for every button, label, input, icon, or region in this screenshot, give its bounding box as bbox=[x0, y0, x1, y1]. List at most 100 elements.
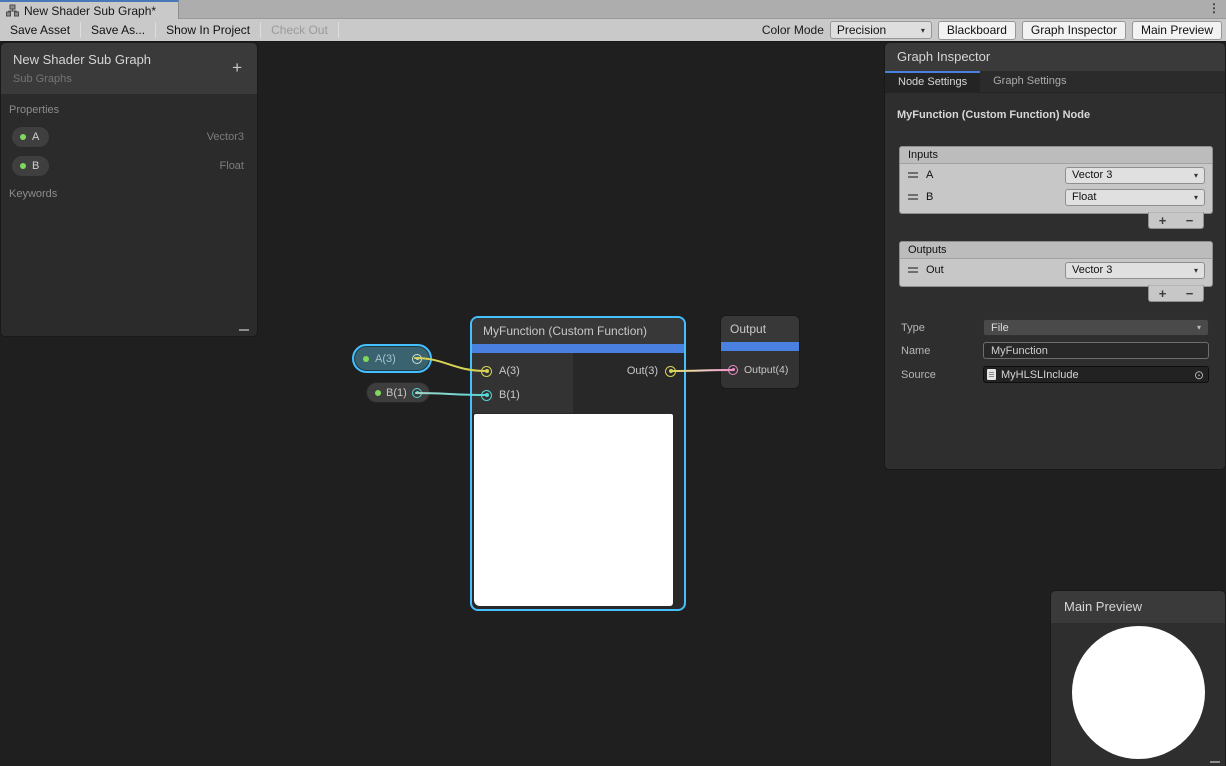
graph-inspector-panel: Graph Inspector Node Settings Graph Sett… bbox=[884, 42, 1226, 470]
color-mode-label: Color Mode bbox=[762, 23, 824, 37]
check-out-button: Check Out bbox=[261, 19, 338, 41]
file-icon bbox=[987, 369, 996, 380]
source-object-field[interactable]: MyHLSLInclude ⊙ bbox=[983, 366, 1209, 383]
input-type-value: Vector 3 bbox=[1072, 169, 1112, 181]
type-row: Type File ▾ bbox=[901, 319, 1209, 336]
graph-toolbar: Save Asset Save As... Show In Project Ch… bbox=[0, 19, 1226, 42]
window-menu-icon[interactable]: ⋮ bbox=[1208, 1, 1220, 15]
outputs-list: Outputs Out Vector 3 ▾ bbox=[899, 241, 1213, 287]
blackboard-subtitle: Sub Graphs bbox=[13, 73, 245, 85]
properties-section-label: Properties bbox=[1, 104, 257, 116]
input-name: B bbox=[926, 191, 1057, 203]
tab-graph-settings[interactable]: Graph Settings bbox=[980, 71, 1079, 92]
property-name: B bbox=[32, 160, 39, 172]
save-as-button[interactable]: Save As... bbox=[81, 19, 155, 41]
property-pill[interactable]: B bbox=[11, 155, 50, 177]
input-type-value: Float bbox=[1072, 191, 1096, 203]
toolbar-separator bbox=[338, 22, 339, 38]
tab-new-shader-sub-graph[interactable]: New Shader Sub Graph* bbox=[0, 0, 179, 19]
main-preview-body bbox=[1051, 623, 1225, 766]
panel-resize-handle[interactable] bbox=[239, 329, 249, 331]
drag-handle-icon[interactable] bbox=[908, 194, 918, 200]
type-label: Type bbox=[901, 322, 983, 334]
input-port-row-b: B(1) bbox=[472, 383, 684, 407]
property-row-a[interactable]: A Vector3 bbox=[1, 122, 257, 151]
output-type-value: Vector 3 bbox=[1072, 264, 1112, 276]
output-name: Out bbox=[926, 264, 1057, 276]
object-picker-icon[interactable]: ⊙ bbox=[1190, 368, 1208, 382]
node-port-area: A(3) B(1) Out(3) bbox=[472, 353, 684, 413]
type-value: File bbox=[991, 322, 1009, 334]
inputs-list-footer: + − bbox=[1148, 212, 1204, 229]
edge-out-to-output[interactable] bbox=[671, 370, 733, 371]
outputs-row-out[interactable]: Out Vector 3 ▾ bbox=[900, 259, 1212, 281]
main-preview-toggle-button[interactable]: Main Preview bbox=[1132, 21, 1222, 40]
tab-node-settings[interactable]: Node Settings bbox=[885, 71, 980, 92]
subgraph-asset-icon bbox=[6, 4, 19, 17]
property-node-label: B(1) bbox=[386, 387, 407, 399]
selected-node-header: MyFunction (Custom Function) Node bbox=[897, 109, 1090, 121]
preview-sphere bbox=[1072, 626, 1205, 759]
add-input-button[interactable]: + bbox=[1149, 213, 1176, 228]
property-dot-icon bbox=[375, 390, 381, 396]
graph-canvas[interactable]: A(3) B(1) MyFunction (Custom Function) A… bbox=[0, 42, 1226, 766]
property-pill[interactable]: A bbox=[11, 126, 50, 148]
shader-graph-window: New Shader Sub Graph* ⋮ Save Asset Save … bbox=[0, 0, 1226, 766]
drag-handle-icon[interactable] bbox=[908, 172, 918, 178]
node-title: Output bbox=[721, 316, 799, 342]
outputs-list-footer: + − bbox=[1148, 285, 1204, 302]
save-asset-button[interactable]: Save Asset bbox=[0, 19, 80, 41]
property-name: A bbox=[32, 131, 39, 143]
inputs-row-b[interactable]: B Float ▾ bbox=[900, 186, 1212, 208]
blackboard-panel: New Shader Sub Graph Sub Graphs + Proper… bbox=[0, 42, 258, 337]
outputs-list-header: Outputs bbox=[900, 242, 1212, 259]
property-dot-icon bbox=[363, 356, 369, 362]
node-preview[interactable] bbox=[474, 414, 673, 606]
type-dropdown[interactable]: File ▾ bbox=[983, 319, 1209, 336]
input-name: A bbox=[926, 169, 1057, 181]
input-type-dropdown[interactable]: Vector 3 ▾ bbox=[1065, 167, 1205, 184]
inspector-header[interactable]: Graph Inspector bbox=[885, 43, 1225, 71]
port-label: Output(4) bbox=[744, 364, 788, 376]
panel-resize-handle[interactable] bbox=[1210, 761, 1220, 763]
custom-function-node[interactable]: MyFunction (Custom Function) A(3) B(1) O… bbox=[470, 316, 686, 611]
property-type: Float bbox=[220, 160, 244, 172]
inputs-row-a[interactable]: A Vector 3 ▾ bbox=[900, 164, 1212, 186]
show-in-project-button[interactable]: Show In Project bbox=[156, 19, 260, 41]
port-label: Out(3) bbox=[627, 365, 658, 377]
node-accent-strip bbox=[472, 344, 684, 353]
add-output-button[interactable]: + bbox=[1149, 286, 1176, 301]
drag-handle-icon[interactable] bbox=[908, 267, 918, 273]
keywords-section-label: Keywords bbox=[1, 188, 257, 200]
output-type-dropdown[interactable]: Vector 3 ▾ bbox=[1065, 262, 1205, 279]
property-dot-icon bbox=[20, 134, 26, 140]
source-value: MyHLSLInclude bbox=[1001, 369, 1079, 381]
property-row-b[interactable]: B Float bbox=[1, 151, 257, 180]
tab-title: New Shader Sub Graph* bbox=[24, 4, 156, 18]
graph-inspector-toggle-button[interactable]: Graph Inspector bbox=[1022, 21, 1126, 40]
main-preview-panel: Main Preview bbox=[1050, 590, 1226, 766]
output-node[interactable]: Output Output(4) bbox=[720, 315, 800, 389]
remove-input-button[interactable]: − bbox=[1176, 213, 1203, 228]
name-field[interactable]: MyFunction bbox=[983, 342, 1209, 359]
add-property-button[interactable]: + bbox=[232, 59, 242, 76]
chevron-down-icon: ▾ bbox=[921, 26, 925, 35]
port-label: B(1) bbox=[499, 389, 520, 401]
input-type-dropdown[interactable]: Float ▾ bbox=[1065, 189, 1205, 206]
property-dot-icon bbox=[20, 163, 26, 169]
inputs-list: Inputs A Vector 3 ▾ B Float ▾ bbox=[899, 146, 1213, 214]
chevron-down-icon: ▾ bbox=[1194, 193, 1198, 202]
blackboard-header[interactable]: New Shader Sub Graph Sub Graphs + bbox=[1, 43, 257, 94]
color-mode-dropdown[interactable]: Precision ▾ bbox=[830, 21, 932, 39]
remove-output-button[interactable]: − bbox=[1176, 286, 1203, 301]
source-row: Source MyHLSLInclude ⊙ bbox=[901, 366, 1209, 383]
blackboard-title: New Shader Sub Graph bbox=[13, 52, 245, 67]
tab-bar: New Shader Sub Graph* ⋮ bbox=[0, 0, 1226, 19]
node-accent-strip bbox=[721, 342, 799, 351]
main-preview-header[interactable]: Main Preview bbox=[1051, 591, 1225, 623]
blackboard-toggle-button[interactable]: Blackboard bbox=[938, 21, 1016, 40]
color-mode-value: Precision bbox=[837, 23, 886, 37]
inputs-list-header: Inputs bbox=[900, 147, 1212, 164]
source-label: Source bbox=[901, 369, 983, 381]
name-label: Name bbox=[901, 345, 983, 357]
